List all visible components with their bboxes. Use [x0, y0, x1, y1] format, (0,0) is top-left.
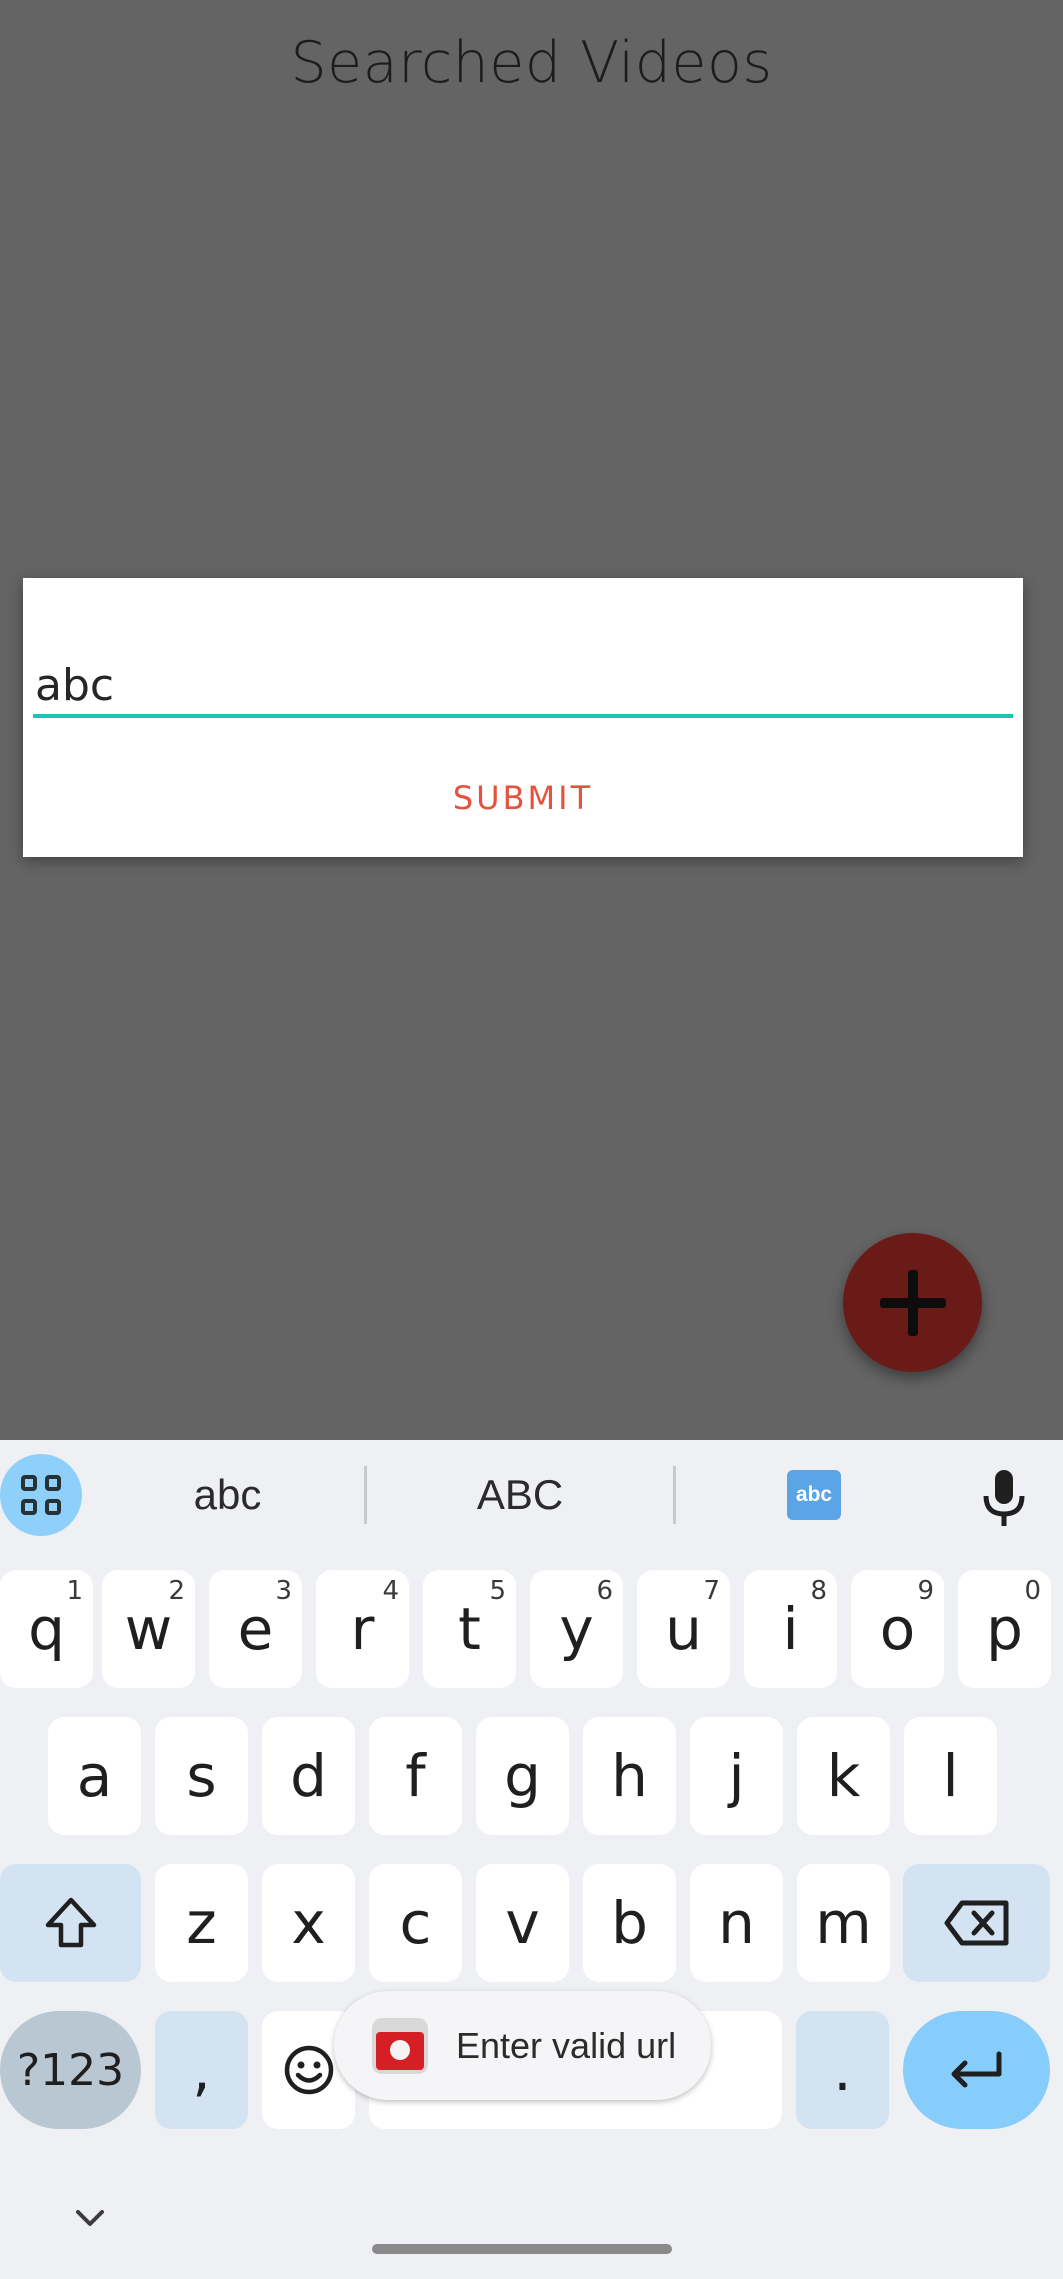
- key-g[interactable]: g: [476, 1717, 569, 1835]
- key-h[interactable]: h: [583, 1717, 676, 1835]
- key-label: a: [76, 1742, 113, 1810]
- key-label: h: [611, 1742, 648, 1810]
- key-r[interactable]: r4: [316, 1570, 409, 1688]
- key-number-hint: 8: [810, 1576, 827, 1606]
- key-label: w: [124, 1595, 173, 1663]
- toast-text: Enter valid url: [456, 2024, 677, 2066]
- key-e[interactable]: e3: [209, 1570, 302, 1688]
- key-t[interactable]: t5: [423, 1570, 516, 1688]
- shift-icon: [45, 1897, 96, 1948]
- key-s[interactable]: s: [155, 1717, 248, 1835]
- soft-keyboard: abc ABC abc q1w2e3r4t5y6u7i8o9p0 asdfghj…: [0, 1440, 1063, 2279]
- key-label: q: [28, 1595, 65, 1663]
- url-dialog: SUBMIT: [23, 578, 1023, 857]
- key-o[interactable]: o9: [851, 1570, 944, 1688]
- key-label: l: [942, 1742, 959, 1810]
- key-number-hint: 3: [275, 1576, 292, 1606]
- key-label: b: [611, 1889, 648, 1957]
- key-label: f: [405, 1742, 426, 1810]
- app-logo-icon: [372, 2017, 428, 2074]
- comma-key[interactable]: ,: [155, 2011, 248, 2129]
- suggestion-divider: [673, 1466, 676, 1524]
- suggestion-divider: [364, 1466, 367, 1524]
- key-d[interactable]: d: [262, 1717, 355, 1835]
- key-m[interactable]: m: [797, 1864, 890, 1982]
- key-u[interactable]: u7: [637, 1570, 730, 1688]
- key-label: s: [186, 1742, 217, 1810]
- key-p[interactable]: p0: [958, 1570, 1051, 1688]
- key-number-hint: 6: [596, 1576, 613, 1606]
- key-label: v: [505, 1889, 540, 1957]
- microphone-icon[interactable]: [980, 1468, 1028, 1528]
- key-q[interactable]: q1: [0, 1570, 93, 1688]
- key-i[interactable]: i8: [744, 1570, 837, 1688]
- key-l[interactable]: l: [904, 1717, 997, 1835]
- gesture-nav-handle[interactable]: [372, 2244, 672, 2254]
- abc-emoji-suggestion[interactable]: abc: [787, 1470, 841, 1520]
- page-title: Searched Videos: [290, 30, 773, 96]
- key-f[interactable]: f: [369, 1717, 462, 1835]
- key-label: r: [350, 1595, 375, 1663]
- keyboard-menu-button[interactable]: [0, 1454, 82, 1536]
- key-label: g: [504, 1742, 541, 1810]
- key-label: y: [559, 1595, 594, 1663]
- grid-icon: [21, 1475, 61, 1515]
- enter-key[interactable]: [903, 2011, 1050, 2129]
- keyboard-toolbar: abc ABC abc: [0, 1440, 1063, 1550]
- key-label: p: [986, 1595, 1023, 1663]
- submit-button[interactable]: SUBMIT: [423, 768, 623, 828]
- key-label: z: [186, 1889, 217, 1957]
- app-background: Searched Videos SUBMIT: [0, 0, 1063, 1440]
- hide-keyboard-chevron-icon[interactable]: [72, 2206, 108, 2230]
- toast-message: Enter valid url: [334, 1991, 711, 2100]
- key-v[interactable]: v: [476, 1864, 569, 1982]
- key-number-hint: 9: [917, 1576, 934, 1606]
- key-w[interactable]: w2: [102, 1570, 195, 1688]
- key-number-hint: 2: [168, 1576, 185, 1606]
- backspace-key[interactable]: [903, 1864, 1050, 1982]
- key-number-hint: 4: [382, 1576, 399, 1606]
- key-k[interactable]: k: [797, 1717, 890, 1835]
- key-label: n: [718, 1889, 755, 1957]
- key-label: t: [458, 1595, 481, 1663]
- key-label: j: [728, 1742, 745, 1810]
- key-label: e: [237, 1595, 274, 1663]
- emoji-icon: [284, 2045, 333, 2095]
- key-label: k: [826, 1742, 861, 1810]
- key-z[interactable]: z: [155, 1864, 248, 1982]
- key-label: o: [879, 1595, 916, 1663]
- key-label: m: [815, 1889, 872, 1957]
- symbols-key[interactable]: ?123: [0, 2011, 141, 2129]
- key-a[interactable]: a: [48, 1717, 141, 1835]
- backspace-icon: [944, 1900, 1008, 1946]
- key-number-hint: 7: [703, 1576, 720, 1606]
- key-x[interactable]: x: [262, 1864, 355, 1982]
- enter-icon: [951, 2051, 1001, 2088]
- add-fab-button[interactable]: [843, 1233, 982, 1372]
- key-c[interactable]: c: [369, 1864, 462, 1982]
- plus-icon: [879, 1269, 946, 1336]
- suggestion-ABC[interactable]: ABC: [420, 1462, 620, 1528]
- url-input[interactable]: [33, 656, 1013, 718]
- key-label: x: [291, 1889, 326, 1957]
- period-key[interactable]: .: [796, 2011, 889, 2129]
- key-label: u: [665, 1595, 702, 1663]
- key-label: c: [399, 1889, 432, 1957]
- key-number-hint: 0: [1024, 1576, 1041, 1606]
- suggestion-abc[interactable]: abc: [130, 1462, 325, 1528]
- key-j[interactable]: j: [690, 1717, 783, 1835]
- key-n[interactable]: n: [690, 1864, 783, 1982]
- key-number-hint: 1: [66, 1576, 83, 1606]
- key-label: d: [290, 1742, 327, 1810]
- key-number-hint: 5: [489, 1576, 506, 1606]
- shift-key[interactable]: [0, 1864, 141, 1982]
- key-y[interactable]: y6: [530, 1570, 623, 1688]
- key-label: i: [782, 1595, 799, 1663]
- key-b[interactable]: b: [583, 1864, 676, 1982]
